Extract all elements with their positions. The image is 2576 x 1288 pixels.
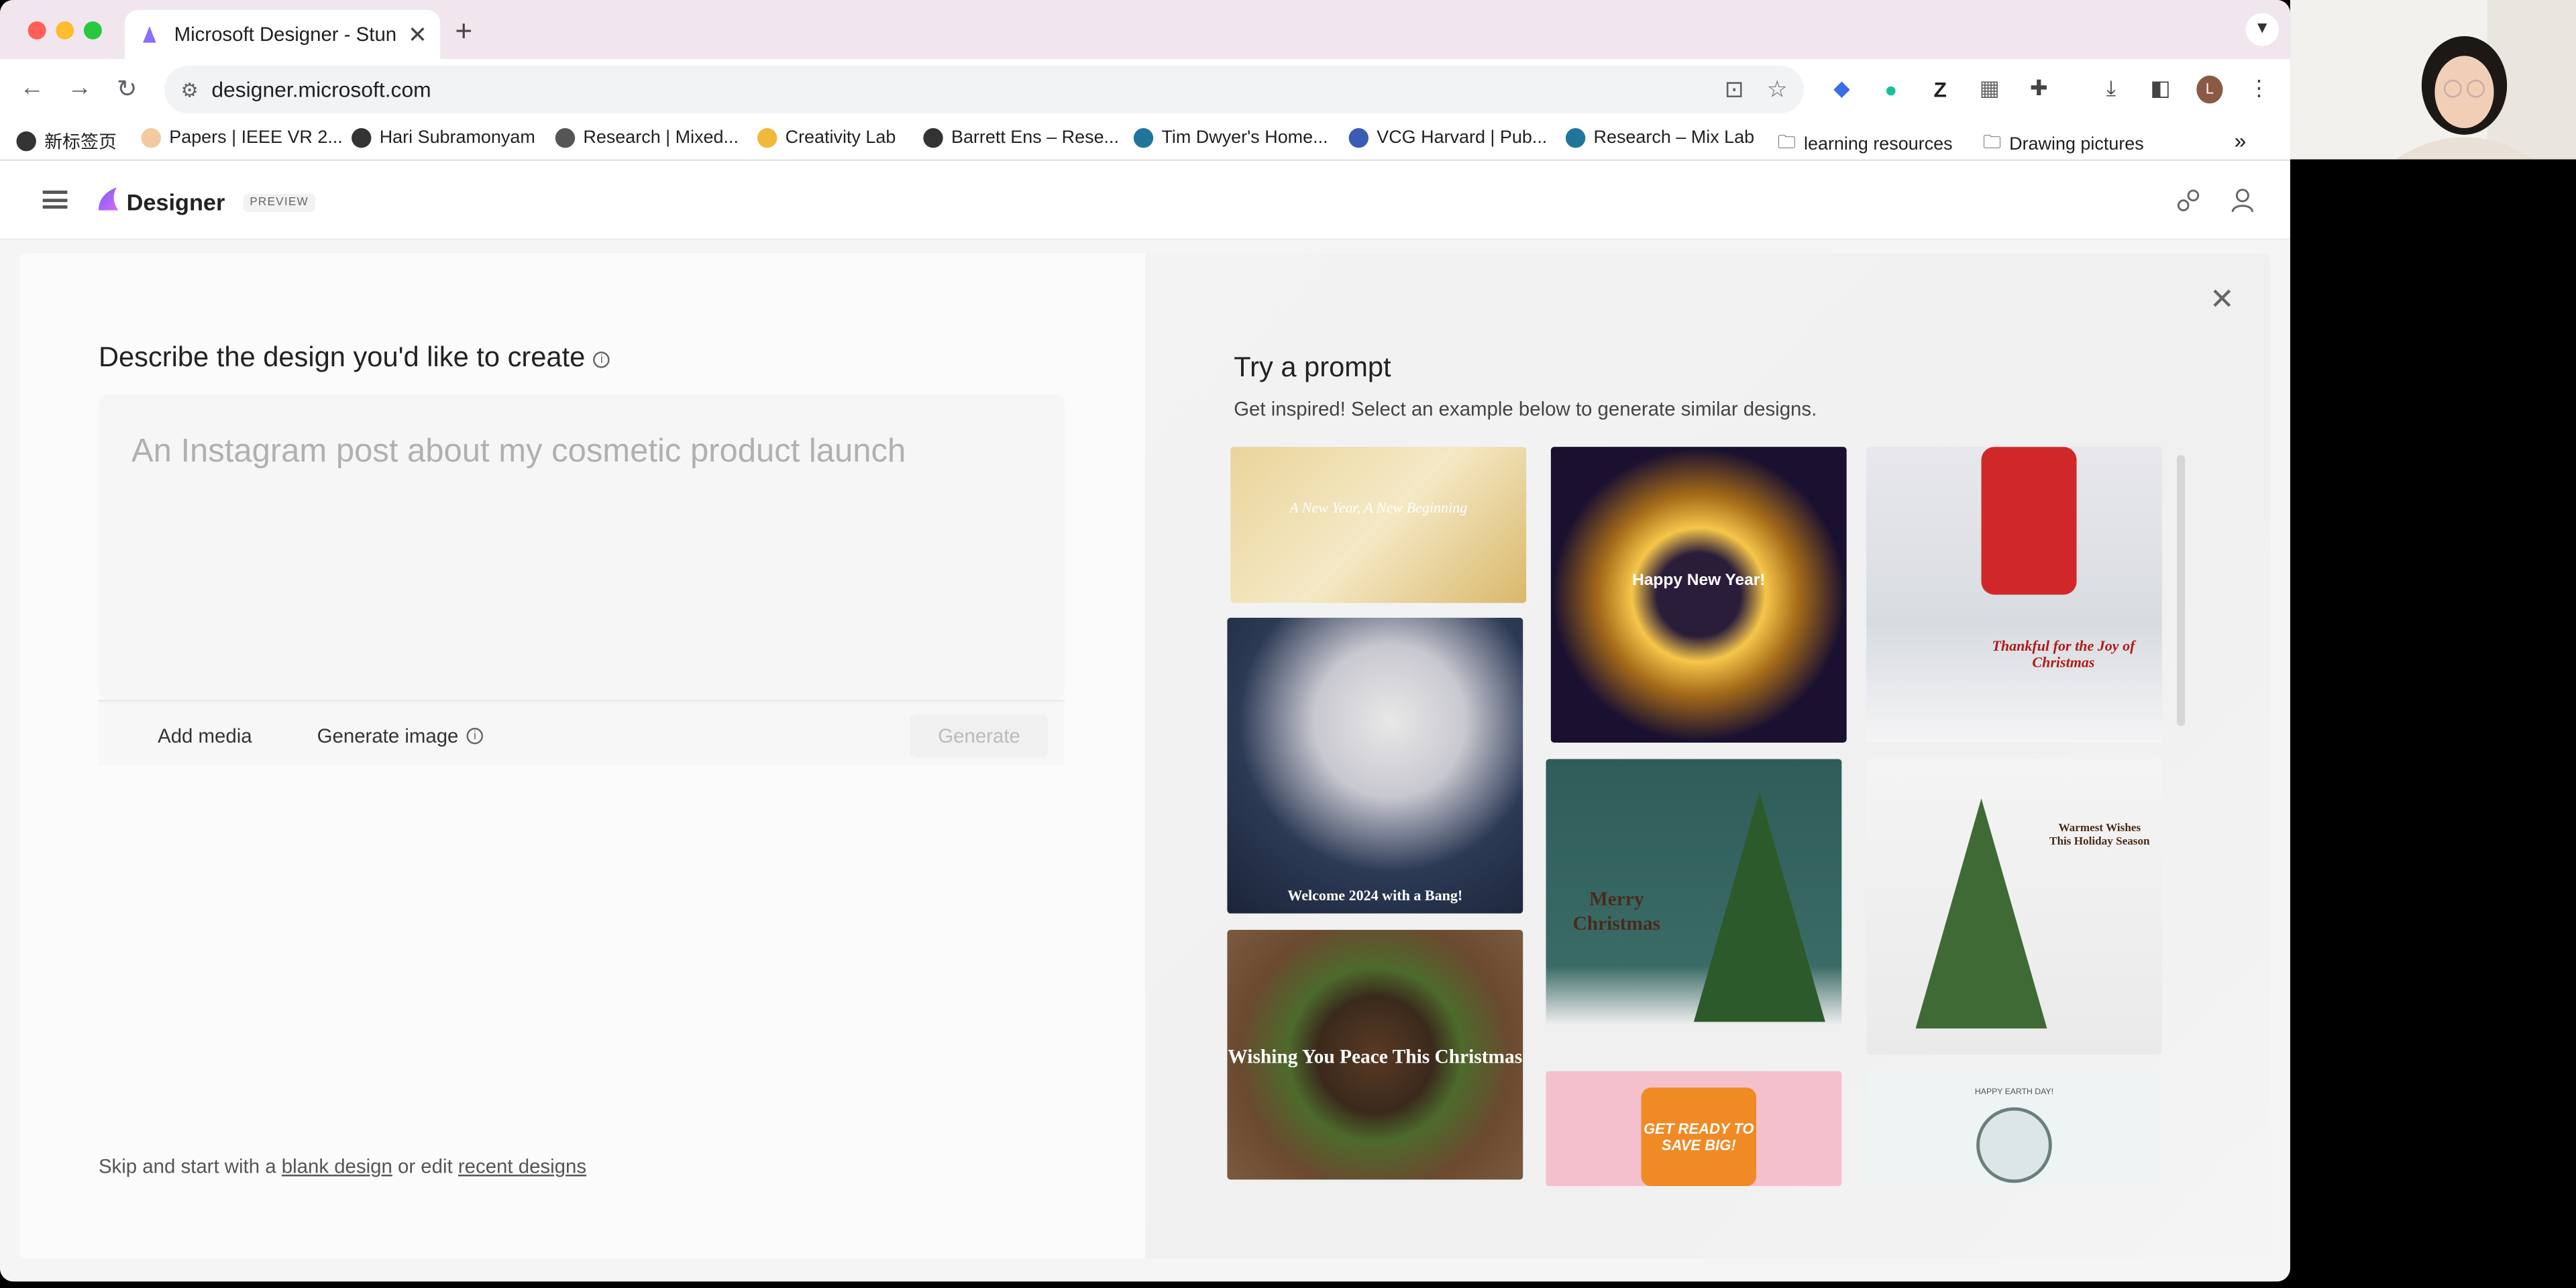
hamburger-menu-icon[interactable]	[42, 191, 68, 209]
try-prompt-subtitle: Get inspired! Select an example below to…	[1234, 397, 1817, 421]
chevron-down-icon[interactable]: ▼	[2245, 13, 2279, 46]
bookmark-item[interactable]: Papers | IEEE VR 2...	[141, 128, 343, 148]
generate-image-button[interactable]: Generate image i	[317, 724, 484, 747]
install-app-icon[interactable]: ⊡	[1725, 76, 1744, 104]
skip-line: Skip and start with a blank design or ed…	[98, 1155, 587, 1178]
generate-button[interactable]: Generate	[910, 714, 1049, 757]
example-card[interactable]: Thankful for the Joy of Christmas	[1866, 447, 2162, 743]
bookmarks-bar: 新标签页 Papers | IEEE VR 2... Hari Subramon…	[0, 119, 2290, 162]
example-card[interactable]: GET READY TO SAVE BIG!	[1546, 1071, 1842, 1187]
bookmark-item[interactable]: Research | Mixed...	[555, 128, 739, 148]
globe-icon	[1976, 1107, 2052, 1183]
christmas-tree-icon	[1693, 792, 1825, 1022]
account-icon[interactable]	[2229, 187, 2255, 213]
add-media-button[interactable]: Add media	[158, 724, 252, 747]
globe-icon	[16, 131, 36, 152]
close-window-button[interactable]	[28, 21, 46, 40]
bookmark-folder[interactable]: 🗀 Drawing pictures	[1983, 128, 2144, 160]
site-icon	[555, 128, 576, 148]
create-dialog: Describe the design you'd like to create…	[19, 253, 2271, 1258]
extension-icon-2[interactable]: ▦	[1976, 76, 2002, 102]
close-icon[interactable]: ✕	[408, 21, 427, 49]
tab-strip: Microsoft Designer - Stunning designs in…	[0, 0, 2290, 60]
bookmark-item[interactable]: Barrett Ens – Rese...	[923, 128, 1119, 148]
bookmark-folder[interactable]: 🗀 learning resources	[1778, 128, 1953, 160]
bookmark-item[interactable]: VCG Harvard | Pub...	[1348, 128, 1547, 148]
globe-icon	[352, 128, 372, 148]
prompt-pane: Describe the design you'd like to create…	[19, 253, 1145, 1258]
profile-avatar[interactable]: L	[2196, 74, 2223, 103]
forward-arrow-icon[interactable]: →	[67, 74, 92, 102]
preview-badge: PREVIEW	[243, 193, 315, 212]
examples-scrollbar[interactable]	[2176, 455, 2186, 727]
prompt-actions: Add media Generate image i Generate	[98, 700, 1065, 766]
more-bookmarks-icon[interactable]: »	[2235, 128, 2247, 153]
browser-window: Microsoft Designer - Stunning designs in…	[0, 0, 2290, 1282]
example-card[interactable]: Merry Christmas	[1546, 759, 1842, 1055]
browser-tab-active[interactable]: Microsoft Designer - Stunning designs in…	[125, 9, 441, 60]
grammarly-icon[interactable]: ●	[1878, 76, 1904, 102]
example-card[interactable]: Happy New Year!	[1550, 447, 1847, 743]
side-panel-icon[interactable]: ◧	[2147, 76, 2174, 102]
example-card[interactable]: Wishing You Peace This Christmas	[1227, 930, 1523, 1180]
example-card[interactable]: Warmest Wishes This Holiday Season	[1866, 759, 2162, 1055]
info-icon[interactable]: i	[593, 352, 610, 368]
site-settings-icon[interactable]: ⚙	[180, 78, 198, 101]
person-video-image	[2290, 0, 2576, 160]
minimize-window-button[interactable]	[56, 21, 74, 40]
bookmark-item[interactable]: Tim Dwyer's Home...	[1133, 128, 1328, 148]
share-network-icon[interactable]	[2175, 187, 2201, 213]
main-content: Describe the design you'd like to create…	[0, 239, 2290, 1282]
browser-toolbar: ← → ↻ ⚙ designer.microsoft.com ⊡ ☆ ◆ ● Z…	[0, 59, 2290, 120]
zotero-icon[interactable]: Z	[1927, 76, 1953, 102]
folder-icon: 🗀	[1982, 133, 2001, 153]
bookmark-item[interactable]: Research – Mix Lab	[1565, 128, 1754, 148]
hand-icon	[141, 128, 162, 148]
maximize-window-button[interactable]	[83, 21, 102, 40]
bookmark-star-icon[interactable]: ☆	[1767, 76, 1788, 104]
info-icon[interactable]: i	[466, 727, 484, 745]
recent-designs-link[interactable]: recent designs	[458, 1155, 586, 1178]
example-card[interactable]: Welcome 2024 with a Bang!	[1227, 617, 1523, 914]
app-name: Designer	[126, 189, 225, 215]
webcam-feed	[2290, 0, 2576, 160]
address-bar[interactable]: ⚙ designer.microsoft.com ⊡ ☆	[164, 65, 1805, 113]
christmas-tree-icon	[1915, 798, 2047, 1029]
extensions-puzzle-icon[interactable]: ✚	[2026, 76, 2052, 102]
back-arrow-icon[interactable]: ←	[19, 74, 44, 102]
bookmark-item[interactable]: Creativity Lab	[757, 128, 896, 148]
download-icon[interactable]: ⤓	[2098, 76, 2124, 102]
santa-boot	[1981, 447, 2077, 595]
bookmark-item[interactable]: Hari Subramonyam	[352, 128, 535, 148]
examples-pane: ✕ Try a prompt Get inspired! Select an e…	[1144, 253, 2271, 1258]
example-card[interactable]: HAPPY EARTH DAY!	[1866, 1071, 2162, 1187]
prompt-box	[98, 394, 1065, 700]
site-icon	[1348, 128, 1369, 148]
prompt-heading: Describe the design you'd like to create…	[99, 341, 610, 374]
folder-icon: 🗀	[1777, 133, 1796, 153]
try-prompt-heading: Try a prompt	[1234, 352, 1391, 383]
emoji-icon	[757, 128, 777, 148]
new-tab-plus-icon[interactable]: +	[455, 15, 472, 49]
prompt-input[interactable]	[131, 433, 1019, 472]
reload-icon[interactable]: ↻	[117, 74, 138, 104]
url-text: designer.microsoft.com	[211, 77, 431, 102]
example-card[interactable]: A New Year, A New Beginning	[1230, 447, 1527, 603]
designer-logo-icon	[98, 187, 119, 211]
bookmark-item[interactable]: 新标签页	[16, 128, 117, 154]
designer-logo-icon	[143, 26, 156, 43]
designer-header: Designer PREVIEW	[0, 162, 2290, 240]
browser-menu-icon[interactable]: ⋮	[2246, 76, 2272, 102]
globe-icon	[923, 128, 943, 148]
close-icon[interactable]: ✕	[2210, 282, 2235, 317]
wordpress-icon	[1565, 128, 1586, 148]
tab-title: Microsoft Designer - Stunning designs in…	[174, 23, 398, 46]
wordpress-icon	[1133, 128, 1154, 148]
extension-icon-1[interactable]: ◆	[1829, 76, 1855, 102]
blank-design-link[interactable]: blank design	[282, 1155, 392, 1178]
